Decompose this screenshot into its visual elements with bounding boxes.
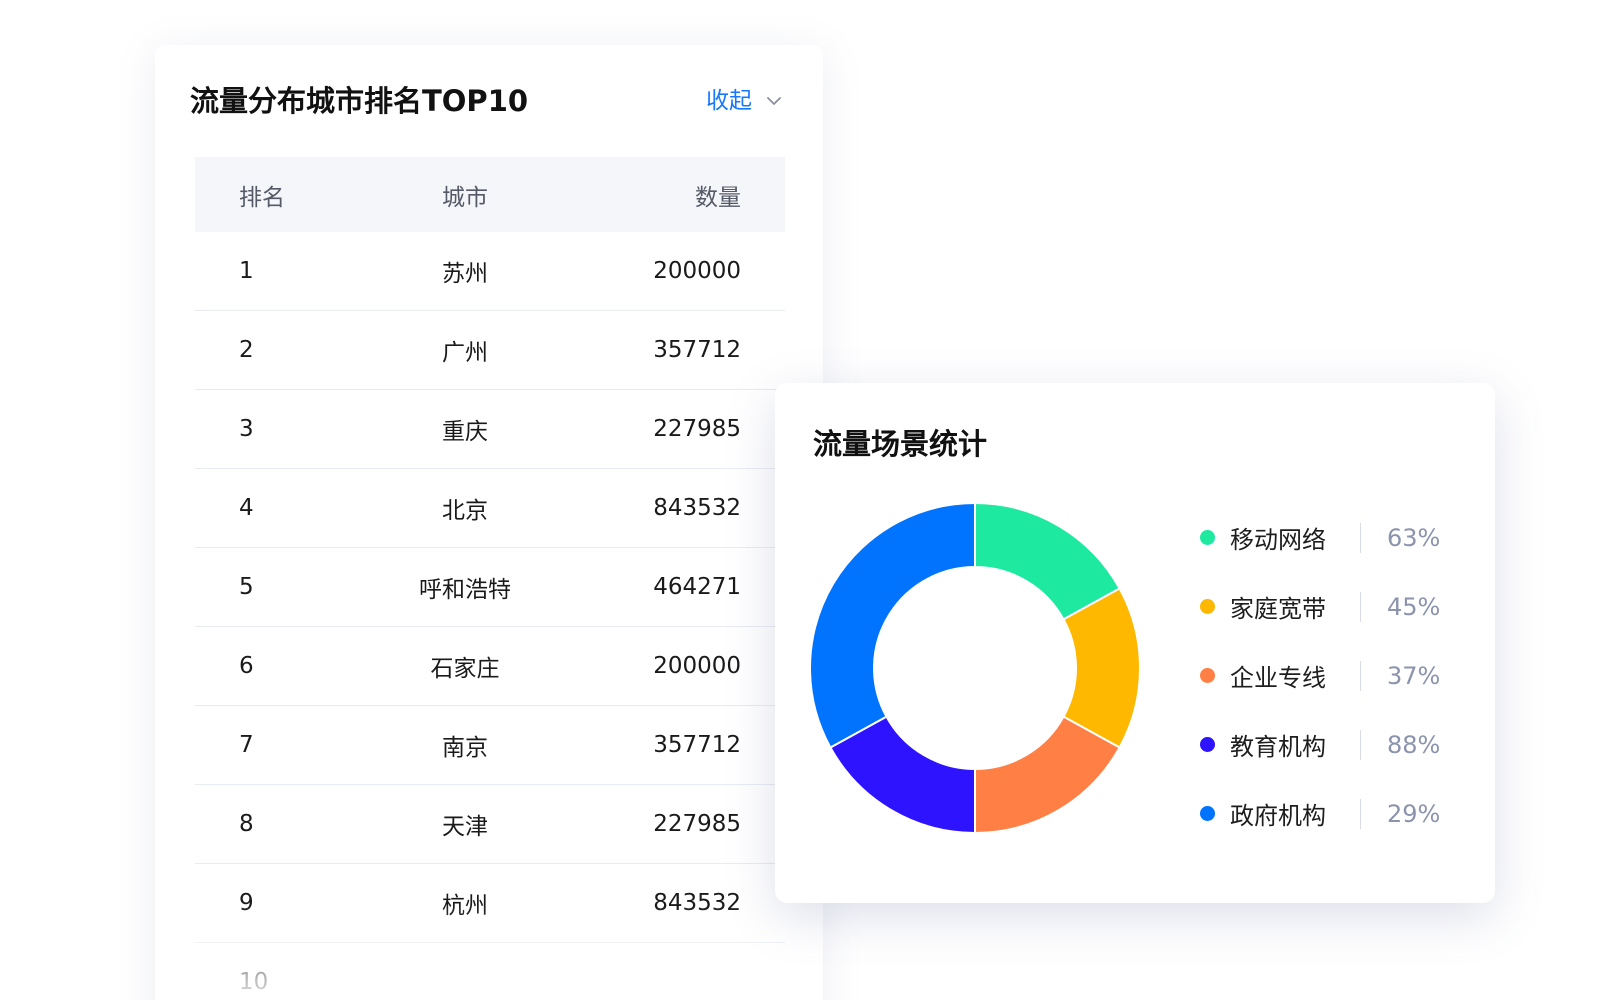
ranking-title: 流量分布城市排名TOP10 bbox=[190, 84, 529, 118]
legend-dot-icon bbox=[1200, 737, 1215, 752]
legend-divider bbox=[1360, 798, 1361, 829]
count-cell: 227985 bbox=[653, 811, 741, 837]
legend-item-education: 教育机构 88% bbox=[1200, 710, 1480, 779]
column-header-rank: 排名 bbox=[239, 184, 285, 211]
legend-value: 37% bbox=[1387, 661, 1441, 690]
rank-cell: 2 bbox=[239, 337, 254, 363]
count-cell: 843532 bbox=[653, 495, 741, 521]
rank-cell: 4 bbox=[239, 495, 254, 521]
city-cell: 石家庄 bbox=[430, 656, 500, 682]
legend-label: 移动网络 bbox=[1230, 526, 1326, 554]
city-cell: 南京 bbox=[442, 735, 488, 761]
table-row: 9 杭州 843532 bbox=[195, 864, 785, 943]
table-row: 3 重庆 227985 bbox=[195, 390, 785, 469]
city-cell: 呼和浩特 bbox=[419, 577, 511, 603]
city-cell: 天津 bbox=[442, 814, 488, 840]
legend-divider bbox=[1360, 729, 1361, 760]
legend-divider bbox=[1360, 522, 1361, 553]
count-cell: 843532 bbox=[653, 890, 741, 916]
city-cell: 杭州 bbox=[442, 893, 488, 919]
city-cell: 苏州 bbox=[442, 261, 488, 287]
legend-item-home-broadband: 家庭宽带 45% bbox=[1200, 572, 1480, 641]
count-cell: 200000 bbox=[653, 653, 741, 679]
legend-value: 88% bbox=[1387, 730, 1441, 759]
ranking-table: 排名 城市 数量 1 苏州 200000 2 广州 357712 3 重庆 22… bbox=[195, 157, 785, 1000]
city-cell: 广州 bbox=[442, 340, 488, 366]
rank-cell: 9 bbox=[239, 890, 254, 916]
table-row: 4 北京 843532 bbox=[195, 469, 785, 548]
collapse-button[interactable]: 收起 bbox=[706, 85, 782, 117]
count-cell: 464271 bbox=[653, 574, 741, 600]
legend-dot-icon bbox=[1200, 530, 1215, 545]
chart-legend: 移动网络 63% 家庭宽带 45% 企业专线 37% 教育机构 88% 政府机构… bbox=[1200, 503, 1480, 848]
legend-divider bbox=[1360, 591, 1361, 622]
count-cell: 357712 bbox=[653, 732, 741, 758]
city-cell: 北京 bbox=[442, 498, 488, 524]
ranking-header: 流量分布城市排名TOP10 收起 bbox=[190, 81, 790, 121]
table-row: 8 天津 227985 bbox=[195, 785, 785, 864]
traffic-scene-stats-card: 流量场景统计 移动网络 63% 家庭宽带 45% 企业专线 37% 教育机构 8… bbox=[775, 383, 1495, 903]
legend-item-enterprise-line: 企业专线 37% bbox=[1200, 641, 1480, 710]
rank-cell: 1 bbox=[239, 258, 254, 284]
donut-slice-government bbox=[809, 501, 976, 749]
legend-label: 家庭宽带 bbox=[1230, 595, 1326, 623]
rank-cell: 5 bbox=[239, 574, 254, 600]
legend-divider bbox=[1360, 660, 1361, 691]
scene-stats-title: 流量场景统计 bbox=[813, 427, 988, 461]
chevron-down-icon[interactable] bbox=[766, 93, 782, 109]
legend-dot-icon bbox=[1200, 668, 1215, 683]
legend-value: 29% bbox=[1387, 799, 1441, 828]
table-row: 1 苏州 200000 bbox=[195, 232, 785, 311]
rank-cell: 10 bbox=[239, 969, 269, 995]
table-header-row: 排名 城市 数量 bbox=[195, 157, 785, 232]
legend-label: 政府机构 bbox=[1230, 802, 1326, 830]
legend-item-government: 政府机构 29% bbox=[1200, 779, 1480, 848]
count-cell: 357712 bbox=[653, 337, 741, 363]
count-cell: 200000 bbox=[653, 258, 741, 284]
collapse-label[interactable]: 收起 bbox=[706, 85, 752, 117]
legend-value: 63% bbox=[1387, 523, 1441, 552]
table-row: 6 石家庄 200000 bbox=[195, 627, 785, 706]
donut-chart bbox=[809, 501, 1141, 835]
table-row: 2 广州 357712 bbox=[195, 311, 785, 390]
legend-item-mobile-network: 移动网络 63% bbox=[1200, 503, 1480, 572]
legend-value: 45% bbox=[1387, 592, 1441, 621]
dashboard-canvas: 流量分布城市排名TOP10 收起 排名 城市 数量 1 苏州 200000 2 bbox=[0, 0, 1600, 1000]
legend-dot-icon bbox=[1200, 806, 1215, 821]
city-cell: 重庆 bbox=[442, 419, 488, 445]
column-header-city: 城市 bbox=[442, 184, 488, 211]
rank-cell: 3 bbox=[239, 416, 254, 442]
rank-cell: 8 bbox=[239, 811, 254, 837]
table-row: 5 呼和浩特 464271 bbox=[195, 548, 785, 627]
legend-dot-icon bbox=[1200, 599, 1215, 614]
column-header-count: 数量 bbox=[695, 184, 741, 211]
table-row: 7 南京 357712 bbox=[195, 706, 785, 785]
rank-cell: 6 bbox=[239, 653, 254, 679]
legend-label: 教育机构 bbox=[1230, 733, 1326, 761]
count-cell: 227985 bbox=[653, 416, 741, 442]
legend-label: 企业专线 bbox=[1230, 664, 1326, 692]
city-ranking-card: 流量分布城市排名TOP10 收起 排名 城市 数量 1 苏州 200000 2 bbox=[155, 45, 823, 1000]
rank-cell: 7 bbox=[239, 732, 254, 758]
table-row: 10 bbox=[195, 943, 785, 1000]
